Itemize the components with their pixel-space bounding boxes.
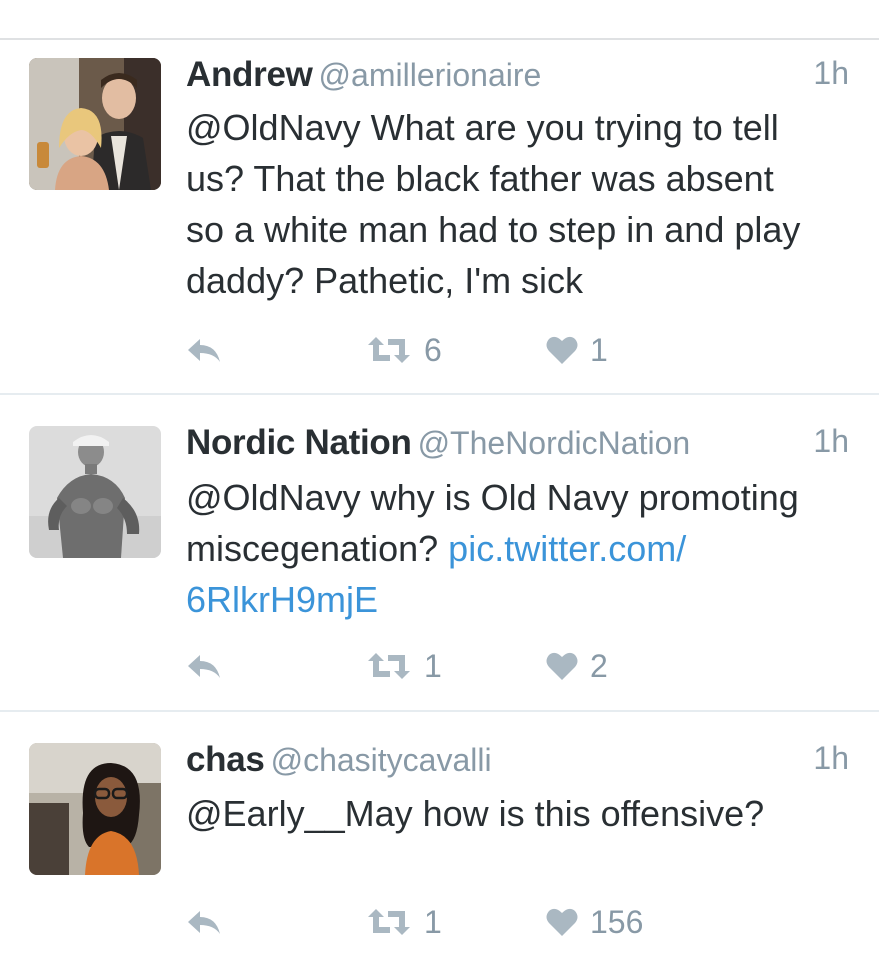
avatar-photo bbox=[29, 743, 161, 875]
tweet-actions: 1 2 bbox=[186, 646, 846, 686]
tweet-divider bbox=[0, 710, 879, 712]
retweet-icon bbox=[368, 653, 410, 679]
like-count: 2 bbox=[590, 647, 608, 684]
reply-button[interactable] bbox=[186, 902, 222, 942]
reply-icon bbox=[188, 655, 220, 678]
avatar[interactable] bbox=[29, 58, 161, 190]
top-divider bbox=[0, 38, 879, 40]
tweet-text-line: 6RlkrH9mjE bbox=[186, 574, 856, 625]
retweet-count: 1 bbox=[424, 903, 442, 940]
tweet-text-line: daddy? Pathetic, I'm sick bbox=[186, 260, 584, 301]
avatar[interactable] bbox=[29, 743, 161, 875]
retweet-button[interactable]: 1 bbox=[366, 646, 442, 686]
tweet-actions: 1 156 bbox=[186, 902, 846, 942]
tweet-header: Nordic Nation @TheNordicNation 1h bbox=[186, 423, 849, 469]
tweet-text-line: miscegenation? pic.twitter.com/ bbox=[186, 523, 856, 574]
like-button[interactable]: 2 bbox=[546, 646, 608, 686]
tweet-text-line: so a white man had to step in and play bbox=[186, 209, 801, 250]
timestamp[interactable]: 1h bbox=[813, 423, 849, 460]
avatar-photo bbox=[29, 58, 161, 190]
tweet-text-line: @Early__May how is this offensive? bbox=[186, 793, 765, 834]
heart-icon bbox=[546, 652, 578, 680]
author-name[interactable]: chas bbox=[186, 740, 265, 779]
tweet-text: @OldNavy why is Old Navy promoting misce… bbox=[186, 472, 856, 625]
tweet-text-segment: miscegenation? bbox=[186, 528, 449, 569]
retweet-button[interactable]: 1 bbox=[366, 902, 442, 942]
tweet-header: Andrew @amillerionaire 1h bbox=[186, 55, 849, 101]
tweet-text-line: @OldNavy What are you trying to tell bbox=[186, 107, 779, 148]
tweet-text-line: us? That the black father was absent bbox=[186, 158, 774, 199]
tweet-actions: 6 1 bbox=[186, 330, 846, 370]
heart-icon bbox=[546, 908, 578, 936]
heart-icon bbox=[546, 336, 578, 364]
like-count: 156 bbox=[590, 903, 644, 940]
avatar-photo bbox=[29, 426, 161, 558]
author-handle[interactable]: @amillerionaire bbox=[319, 57, 542, 93]
like-count: 1 bbox=[590, 331, 608, 368]
author-name[interactable]: Nordic Nation bbox=[186, 423, 412, 462]
reply-button[interactable] bbox=[186, 646, 222, 686]
reply-icon bbox=[188, 339, 220, 362]
author-name[interactable]: Andrew bbox=[186, 55, 313, 94]
media-link[interactable]: 6RlkrH9mjE bbox=[186, 579, 378, 620]
retweet-count: 6 bbox=[424, 331, 442, 368]
avatar[interactable] bbox=[29, 426, 161, 558]
retweet-icon bbox=[368, 337, 410, 363]
timestamp[interactable]: 1h bbox=[813, 55, 849, 92]
tweet-text: @OldNavy What are you trying to tell us?… bbox=[186, 102, 856, 306]
retweet-count: 1 bbox=[424, 647, 442, 684]
tweet-header: chas @chasitycavalli 1h bbox=[186, 740, 849, 786]
reply-button[interactable] bbox=[186, 330, 222, 370]
author-handle[interactable]: @TheNordicNation bbox=[418, 425, 691, 461]
tweet-text-line: @OldNavy why is Old Navy promoting bbox=[186, 477, 799, 518]
tweet-text: @Early__May how is this offensive? bbox=[186, 788, 856, 839]
author-handle[interactable]: @chasitycavalli bbox=[271, 742, 492, 778]
media-link[interactable]: pic.twitter.com/ bbox=[448, 528, 686, 569]
like-button[interactable]: 1 bbox=[546, 330, 608, 370]
timestamp[interactable]: 1h bbox=[813, 740, 849, 777]
tweet-divider bbox=[0, 393, 879, 395]
retweet-button[interactable]: 6 bbox=[366, 330, 442, 370]
like-button[interactable]: 156 bbox=[546, 902, 643, 942]
reply-icon bbox=[188, 911, 220, 934]
retweet-icon bbox=[368, 909, 410, 935]
